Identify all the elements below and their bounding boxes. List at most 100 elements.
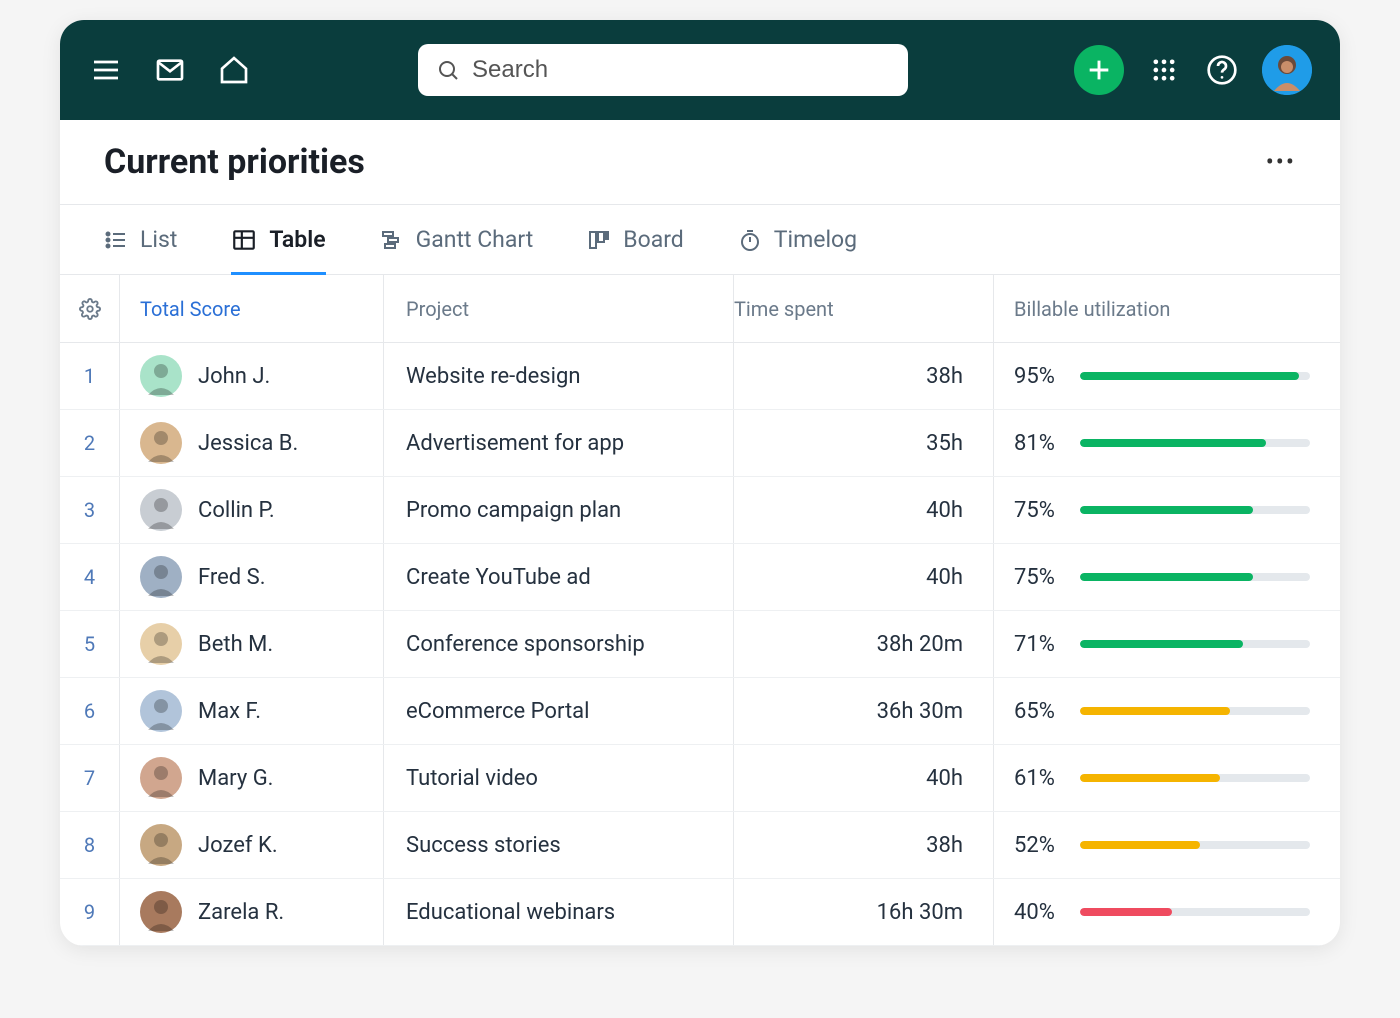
row-index: 3	[60, 477, 120, 543]
cell-time-spent: 36h 30m	[734, 678, 994, 744]
column-header-project[interactable]: Project	[384, 275, 734, 342]
stopwatch-icon	[738, 228, 762, 252]
person-avatar[interactable]	[140, 422, 182, 464]
person-avatar[interactable]	[140, 355, 182, 397]
add-button[interactable]	[1074, 45, 1124, 95]
cell-utilization: 40%	[994, 879, 1340, 945]
utilization-bar	[1080, 841, 1310, 849]
utilization-percent: 65%	[1014, 699, 1066, 724]
row-index: 9	[60, 879, 120, 945]
tab-list[interactable]: List	[104, 205, 177, 274]
utilization-bar-fill	[1080, 573, 1253, 581]
search-input[interactable]	[472, 56, 890, 84]
row-index: 6	[60, 678, 120, 744]
person-avatar[interactable]	[140, 891, 182, 933]
cell-project: Conference sponsorship	[384, 611, 734, 677]
person-avatar[interactable]	[140, 556, 182, 598]
table-row[interactable]: 8 Jozef K. Success stories 38h 52%	[60, 812, 1340, 879]
utilization-bar-fill	[1080, 506, 1253, 514]
utilization-bar-fill	[1080, 841, 1200, 849]
cell-person: Beth M.	[120, 611, 384, 677]
cell-utilization: 75%	[994, 544, 1340, 610]
menu-icon[interactable]	[88, 52, 124, 88]
person-avatar[interactable]	[140, 757, 182, 799]
person-name: Max F.	[198, 699, 261, 724]
cell-utilization: 71%	[994, 611, 1340, 677]
utilization-bar-fill	[1080, 707, 1230, 715]
person-name: Jozef K.	[198, 833, 278, 858]
utilization-bar-fill	[1080, 439, 1266, 447]
mail-icon[interactable]	[152, 52, 188, 88]
search-box[interactable]	[418, 44, 908, 96]
person-avatar[interactable]	[140, 623, 182, 665]
column-header-utilization[interactable]: Billable utilization	[994, 275, 1340, 342]
cell-person: John J.	[120, 343, 384, 409]
utilization-percent: 95%	[1014, 364, 1066, 389]
apps-grid-icon[interactable]	[1146, 52, 1182, 88]
list-icon	[104, 228, 128, 252]
cell-project: Website re-design	[384, 343, 734, 409]
table-row[interactable]: 2 Jessica B. Advertisement for app 35h 8…	[60, 410, 1340, 477]
cell-utilization: 95%	[994, 343, 1340, 409]
cell-person: Collin P.	[120, 477, 384, 543]
cell-person: Mary G.	[120, 745, 384, 811]
person-name: John J.	[198, 364, 270, 389]
utilization-bar	[1080, 506, 1310, 514]
person-name: Collin P.	[198, 498, 275, 523]
table-row[interactable]: 5 Beth M. Conference sponsorship 38h 20m…	[60, 611, 1340, 678]
cell-time-spent: 40h	[734, 745, 994, 811]
topbar-left	[88, 52, 252, 88]
cell-utilization: 81%	[994, 410, 1340, 476]
person-avatar[interactable]	[140, 824, 182, 866]
row-index: 7	[60, 745, 120, 811]
person-avatar[interactable]	[140, 489, 182, 531]
cell-time-spent: 38h	[734, 812, 994, 878]
column-header-time[interactable]: Time spent	[734, 275, 994, 342]
home-icon[interactable]	[216, 52, 252, 88]
table-row[interactable]: 6 Max F. eCommerce Portal 36h 30m 65%	[60, 678, 1340, 745]
tab-board[interactable]: Board	[587, 205, 684, 274]
utilization-bar-fill	[1080, 774, 1220, 782]
table-row[interactable]: 7 Mary G. Tutorial video 40h 61%	[60, 745, 1340, 812]
person-name: Fred S.	[198, 565, 266, 590]
cell-person: Max F.	[120, 678, 384, 744]
search-icon	[436, 58, 460, 82]
utilization-percent: 71%	[1014, 632, 1066, 657]
cell-person: Zarela R.	[120, 879, 384, 945]
table-body: 1 John J. Website re-design 38h 95% 2 Je…	[60, 343, 1340, 946]
cell-person: Jozef K.	[120, 812, 384, 878]
person-avatar[interactable]	[140, 690, 182, 732]
utilization-bar	[1080, 439, 1310, 447]
cell-utilization: 75%	[994, 477, 1340, 543]
column-header-score[interactable]: Total Score	[120, 275, 384, 342]
table-row[interactable]: 9 Zarela R. Educational webinars 16h 30m…	[60, 879, 1340, 946]
help-icon[interactable]	[1204, 52, 1240, 88]
tab-timelog[interactable]: Timelog	[738, 205, 857, 274]
table-row[interactable]: 4 Fred S. Create YouTube ad 40h 75%	[60, 544, 1340, 611]
cell-utilization: 61%	[994, 745, 1340, 811]
table-row[interactable]: 3 Collin P. Promo campaign plan 40h 75%	[60, 477, 1340, 544]
cell-project: Success stories	[384, 812, 734, 878]
cell-project: Create YouTube ad	[384, 544, 734, 610]
view-tabs: List Table Gantt Chart Board Timelog	[60, 205, 1340, 275]
more-menu-icon[interactable]: •••	[1266, 148, 1296, 176]
tab-gantt[interactable]: Gantt Chart	[380, 205, 534, 274]
topbar	[60, 20, 1340, 120]
cell-person: Jessica B.	[120, 410, 384, 476]
cell-utilization: 52%	[994, 812, 1340, 878]
search-wrap	[276, 44, 1050, 96]
table-row[interactable]: 1 John J. Website re-design 38h 95%	[60, 343, 1340, 410]
utilization-percent: 81%	[1014, 431, 1066, 456]
cell-project: Promo campaign plan	[384, 477, 734, 543]
table-settings-button[interactable]	[60, 275, 120, 342]
tab-table[interactable]: Table	[231, 205, 325, 274]
utilization-bar	[1080, 640, 1310, 648]
person-name: Mary G.	[198, 766, 273, 791]
priorities-table: Total Score Project Time spent Billable …	[60, 275, 1340, 946]
cell-project: Educational webinars	[384, 879, 734, 945]
utilization-bar	[1080, 774, 1310, 782]
tab-label: Gantt Chart	[416, 226, 534, 253]
titlebar: Current priorities •••	[60, 120, 1340, 205]
tab-label: List	[140, 226, 177, 253]
user-avatar[interactable]	[1262, 45, 1312, 95]
